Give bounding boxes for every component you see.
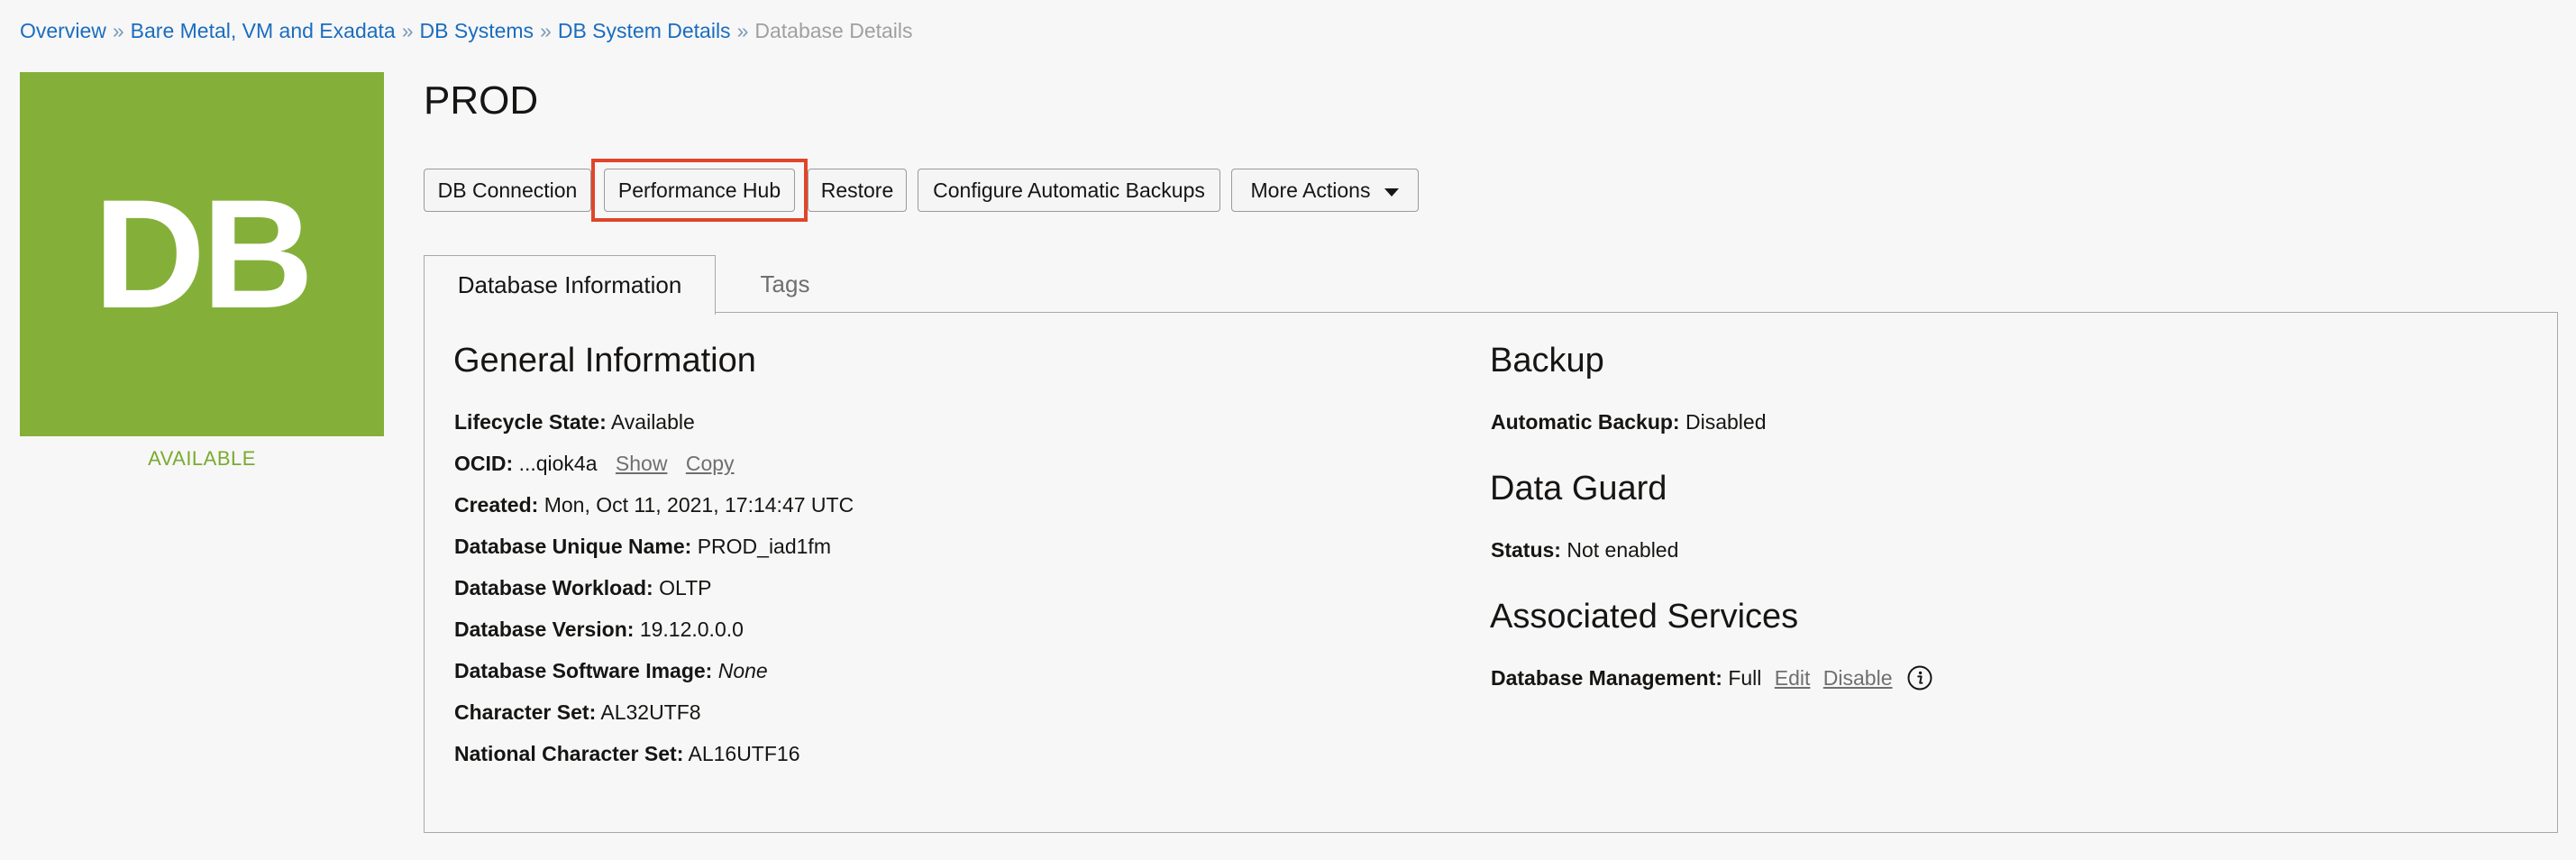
unique-name-label: Database Unique Name:	[454, 535, 692, 558]
info-icon[interactable]	[1907, 665, 1932, 691]
software-image-field: Database Software Image: None	[454, 657, 768, 684]
lifecycle-state-value: Available	[610, 410, 695, 434]
lifecycle-status-badge: AVAILABLE	[148, 447, 256, 470]
created-value: Mon, Oct 11, 2021, 17:14:47 UTC	[544, 493, 854, 517]
restore-button[interactable]: Restore	[808, 169, 907, 212]
db-connection-button[interactable]: DB Connection	[424, 169, 591, 212]
database-icon-label: DB	[93, 168, 314, 341]
database-management-field: Database Management: Full Edit Disable	[1491, 664, 1932, 691]
breadcrumb-db-system-details[interactable]: DB System Details	[558, 19, 731, 42]
software-image-label: Database Software Image:	[454, 659, 713, 682]
breadcrumb-overview[interactable]: Overview	[20, 19, 106, 42]
character-set-field: Character Set: AL32UTF8	[454, 699, 701, 726]
automatic-backup-field: Automatic Backup: Disabled	[1491, 408, 1766, 435]
national-character-set-label: National Character Set:	[454, 742, 684, 765]
breadcrumb-separator: »	[112, 19, 124, 42]
more-actions-label: More Actions	[1250, 178, 1371, 202]
backup-title: Backup	[1490, 342, 1604, 380]
ocid-show-link[interactable]: Show	[616, 452, 668, 475]
software-image-value: None	[717, 659, 768, 682]
created-label: Created:	[454, 493, 539, 517]
general-information-title: General Information	[453, 342, 756, 380]
workload-label: Database Workload:	[454, 576, 653, 599]
breadcrumb-db-systems[interactable]: DB Systems	[420, 19, 534, 42]
breadcrumb-separator: »	[401, 19, 414, 42]
performance-hub-button[interactable]: Performance Hub	[604, 169, 795, 212]
data-guard-status-value: Not enabled	[1567, 538, 1679, 562]
database-icon-tile: DB	[20, 72, 384, 436]
breadcrumb-separator: »	[736, 19, 749, 42]
automatic-backup-value: Disabled	[1685, 410, 1767, 434]
national-character-set-field: National Character Set: AL16UTF16	[454, 740, 800, 767]
workload-value: OLTP	[659, 576, 712, 599]
version-field: Database Version: 19.12.0.0.0	[454, 616, 744, 643]
breadcrumb-current: Database Details	[754, 19, 913, 42]
national-character-set-value: AL16UTF16	[688, 742, 800, 765]
database-management-value: Full	[1728, 666, 1762, 690]
database-management-disable-link[interactable]: Disable	[1823, 666, 1893, 690]
lifecycle-state-label: Lifecycle State:	[454, 410, 607, 434]
automatic-backup-label: Automatic Backup:	[1491, 410, 1680, 434]
data-guard-status-field: Status: Not enabled	[1491, 536, 1678, 563]
database-management-edit-link[interactable]: Edit	[1775, 666, 1811, 690]
page-title: PROD	[424, 78, 539, 123]
configure-automatic-backups-button[interactable]: Configure Automatic Backups	[918, 169, 1220, 212]
breadcrumb-separator: »	[540, 19, 552, 42]
ocid-value: ...qiok4a	[518, 452, 598, 475]
breadcrumb-bare-metal[interactable]: Bare Metal, VM and Exadata	[131, 19, 396, 42]
database-management-label: Database Management:	[1491, 666, 1722, 690]
unique-name-value: PROD_iad1fm	[697, 535, 831, 558]
version-label: Database Version:	[454, 618, 635, 641]
more-actions-button[interactable]: More Actions	[1231, 169, 1419, 212]
database-information-panel: General Information Lifecycle State: Ava…	[424, 312, 2558, 833]
data-guard-status-label: Status:	[1491, 538, 1561, 562]
version-value: 19.12.0.0.0	[639, 618, 744, 641]
tab-tags[interactable]: Tags	[716, 255, 854, 313]
created-field: Created: Mon, Oct 11, 2021, 17:14:47 UTC	[454, 491, 854, 518]
workload-field: Database Workload: OLTP	[454, 574, 711, 601]
associated-services-title: Associated Services	[1490, 598, 1799, 636]
character-set-value: AL32UTF8	[600, 700, 701, 724]
lifecycle-state-field: Lifecycle State: Available	[454, 408, 695, 435]
tab-database-information[interactable]: Database Information	[424, 255, 716, 315]
ocid-field: OCID: ...qiok4a Show Copy	[454, 450, 735, 477]
ocid-label: OCID:	[454, 452, 514, 475]
data-guard-title: Data Guard	[1490, 470, 1667, 508]
caret-down-icon	[1384, 188, 1400, 197]
unique-name-field: Database Unique Name: PROD_iad1fm	[454, 533, 831, 560]
ocid-copy-link[interactable]: Copy	[686, 452, 735, 475]
character-set-label: Character Set:	[454, 700, 597, 724]
breadcrumb: Overview» Bare Metal, VM and Exadata» DB S…	[20, 18, 913, 43]
